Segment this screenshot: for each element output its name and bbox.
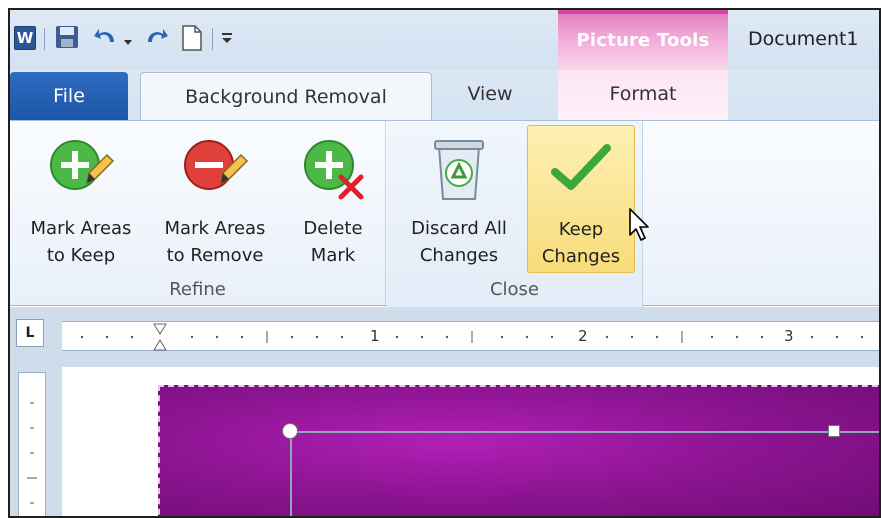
mark-areas-to-keep-button[interactable]: Mark Areas to Keep <box>16 125 146 273</box>
ruler-number-3: 3 <box>784 327 794 345</box>
vertical-ruler-ticks <box>27 402 37 504</box>
ribbon: Mark Areas to Keep Mark Areas to Remove <box>10 120 879 307</box>
mark-keep-line1: Mark Areas <box>30 218 132 239</box>
mark-remove-icon <box>184 140 249 190</box>
tab-background-removal[interactable]: Background Removal <box>140 72 432 122</box>
keep-changes-button[interactable]: Keep Changes <box>527 125 635 273</box>
mark-areas-to-remove-button[interactable]: Mark Areas to Remove <box>150 125 280 273</box>
selected-picture[interactable] <box>158 385 879 516</box>
new-document-icon[interactable] <box>180 24 204 56</box>
title-bar: W Picture Tools Document1 <box>10 10 879 70</box>
word-window: W Picture Tools Document1 File Backgroun… <box>8 8 881 518</box>
delete-mark-button[interactable]: Delete Mark <box>286 125 380 273</box>
discard-line1: Discard All <box>411 218 507 239</box>
ruler-number-2: 2 <box>578 327 588 345</box>
window-title: Document1 <box>748 28 859 50</box>
discard-all-changes-button[interactable]: Discard All Changes <box>397 125 521 273</box>
checkmark-icon <box>551 144 611 190</box>
recycle-bin-icon <box>434 140 484 200</box>
resize-handle[interactable] <box>828 425 840 437</box>
word-app-icon[interactable]: W <box>14 26 36 50</box>
vertical-ruler[interactable] <box>18 372 46 516</box>
mark-remove-line1: Mark Areas <box>164 218 266 239</box>
tab-file[interactable]: File <box>10 72 128 120</box>
mouse-cursor-icon <box>629 208 649 241</box>
keep-line2: Changes <box>541 246 621 267</box>
refine-group-label: Refine <box>169 279 226 300</box>
undo-dropdown-icon[interactable] <box>123 32 133 51</box>
ruler-ticks <box>80 323 864 351</box>
discard-line2: Changes <box>419 245 499 266</box>
tab-view[interactable]: View <box>450 70 530 120</box>
close-group-label: Close <box>489 279 540 300</box>
delete-mark-icon <box>304 140 364 200</box>
refine-group: Mark Areas to Keep Mark Areas to Remove <box>10 121 386 307</box>
delete-mark-line1: Delete <box>303 218 363 239</box>
customize-qat-icon[interactable] <box>220 28 234 50</box>
keep-line1: Keep <box>558 219 604 240</box>
picture-tools-label: Picture Tools <box>576 30 710 51</box>
qat-separator <box>212 28 213 50</box>
undo-icon[interactable] <box>92 24 120 54</box>
qat-separator <box>44 28 45 50</box>
ruler-area: L 1 2 3 <box>10 307 879 367</box>
marquee-top-line <box>290 431 879 433</box>
mark-remove-line2: to Remove <box>166 245 264 266</box>
marquee-left-line <box>290 431 292 516</box>
picture-tools-contextual-tab: Picture Tools <box>558 10 728 70</box>
rotation-handle[interactable] <box>282 423 298 439</box>
ribbon-tabs: File Background Removal View Format <box>10 70 879 122</box>
delete-mark-line2: Mark <box>310 245 356 266</box>
mark-keep-line2: to Keep <box>46 245 116 266</box>
ruler-number-1: 1 <box>370 327 380 345</box>
tab-format[interactable]: Format <box>558 70 728 120</box>
horizontal-ruler[interactable]: 1 2 3 <box>62 321 879 351</box>
close-group: Discard All Changes Keep Changes Close <box>387 121 643 307</box>
redo-icon[interactable] <box>142 24 170 54</box>
save-icon[interactable] <box>54 24 80 54</box>
mark-keep-icon <box>50 140 115 190</box>
tab-selector-button[interactable]: L <box>16 319 44 347</box>
